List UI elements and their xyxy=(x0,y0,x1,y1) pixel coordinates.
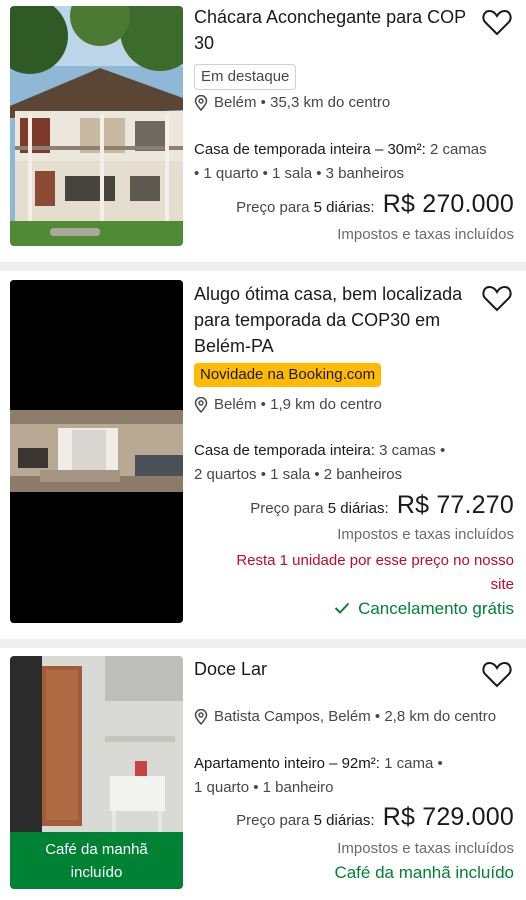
heart-outline-icon[interactable] xyxy=(482,284,512,312)
free-cancellation: Cancelamento grátis xyxy=(194,599,514,619)
price-value: R$ 77.270 xyxy=(396,491,514,519)
price-value: R$ 270.000 xyxy=(382,190,514,218)
listing-title[interactable]: Chácara Aconchegante para COP 30 xyxy=(194,4,514,56)
price-row: Preço para 5 diárias: R$ 270.000 xyxy=(194,190,514,219)
living-room-photo-image xyxy=(10,280,183,623)
breakfast-photo-badge-text: Café da manhã incluído xyxy=(45,841,148,881)
breakfast-photo-badge: Café da manhã incluído xyxy=(10,832,183,889)
breakfast-included: Café da manhã incluído xyxy=(334,863,514,882)
taxes-note: Impostos e taxas incluídos xyxy=(337,526,514,543)
price-label: Preço para xyxy=(250,500,324,517)
location-line[interactable]: Batista Campos, Belém • 2,8 km do centro xyxy=(194,708,514,725)
unit-type: Casa de temporada inteira – 30m²: xyxy=(194,141,426,158)
checkmark-icon xyxy=(334,599,350,619)
heart-outline-icon[interactable] xyxy=(482,660,512,688)
taxes-note: Impostos e taxas incluídos xyxy=(337,840,514,857)
price-row: Preço para 5 diárias: R$ 729.000 xyxy=(194,803,514,832)
divider xyxy=(0,639,526,648)
house-photo-image xyxy=(10,6,183,246)
price-nights: 5 diárias: xyxy=(313,199,375,216)
unit-rooms: 1 quarto • 1 banheiro xyxy=(194,779,334,796)
free-cancellation-text: Cancelamento grátis xyxy=(358,599,514,618)
price-value: R$ 729.000 xyxy=(382,803,514,831)
new-on-booking-badge: Novidade na Booking.com xyxy=(194,363,382,387)
unit-type: Apartamento inteiro – 92m²: xyxy=(194,755,380,772)
unit-type: Casa de temporada inteira: xyxy=(194,442,375,459)
unit-beds: 3 camas • xyxy=(374,442,446,459)
map-pin-icon xyxy=(194,396,208,413)
listing-title[interactable]: Alugo ótima casa, bem localizada para te… xyxy=(194,281,514,359)
unit-beds: 2 camas xyxy=(425,141,487,158)
unit-rooms: 2 quartos • 1 sala • 2 banheiros xyxy=(194,466,403,483)
location-text: Batista Campos, Belém • 2,8 km do centro xyxy=(214,708,497,725)
listing-card[interactable]: Chácara Aconchegante para COP 30 Em dest… xyxy=(0,0,526,262)
listing-card[interactable]: Alugo ótima casa, bem localizada para te… xyxy=(0,271,526,639)
location-line[interactable]: Belém • 35,3 km do centro xyxy=(194,94,514,111)
price-label: Preço para xyxy=(236,199,310,216)
price-nights: 5 diárias: xyxy=(313,812,375,829)
location-line[interactable]: Belém • 1,9 km do centro xyxy=(194,396,514,413)
heart-outline-icon[interactable] xyxy=(482,8,512,36)
unit-description: Casa de temporada inteira – 30m²: 2 cama… xyxy=(194,138,514,186)
location-text: Belém • 1,9 km do centro xyxy=(214,396,382,413)
unit-rooms: • 1 quarto • 1 sala • 3 banheiros xyxy=(194,165,405,182)
listing-card[interactable]: Café da manhã incluído Doce Lar Batista … xyxy=(0,648,526,900)
divider xyxy=(0,262,526,271)
price-nights: 5 diárias: xyxy=(327,500,389,517)
unit-description: Apartamento inteiro – 92m²: 1 cama • 1 q… xyxy=(194,752,514,800)
taxes-note: Impostos e taxas incluídos xyxy=(337,226,514,243)
map-pin-icon xyxy=(194,94,208,111)
price-label: Preço para xyxy=(236,812,310,829)
price-row: Preço para 5 diárias: R$ 77.270 xyxy=(194,491,514,520)
featured-badge: Em destaque xyxy=(194,64,297,90)
unit-description: Casa de temporada inteira: 3 camas • 2 q… xyxy=(194,439,514,487)
location-text: Belém • 35,3 km do centro xyxy=(214,94,391,111)
availability-warning: Resta 1 unidade por esse preço no nosso … xyxy=(236,552,514,593)
map-pin-icon xyxy=(194,708,208,725)
property-photo[interactable] xyxy=(10,6,183,246)
property-photo[interactable]: Café da manhã incluído xyxy=(10,656,183,889)
property-photo[interactable] xyxy=(10,280,183,623)
unit-beds: 1 cama • xyxy=(379,755,443,772)
listing-title[interactable]: Doce Lar xyxy=(194,656,514,682)
